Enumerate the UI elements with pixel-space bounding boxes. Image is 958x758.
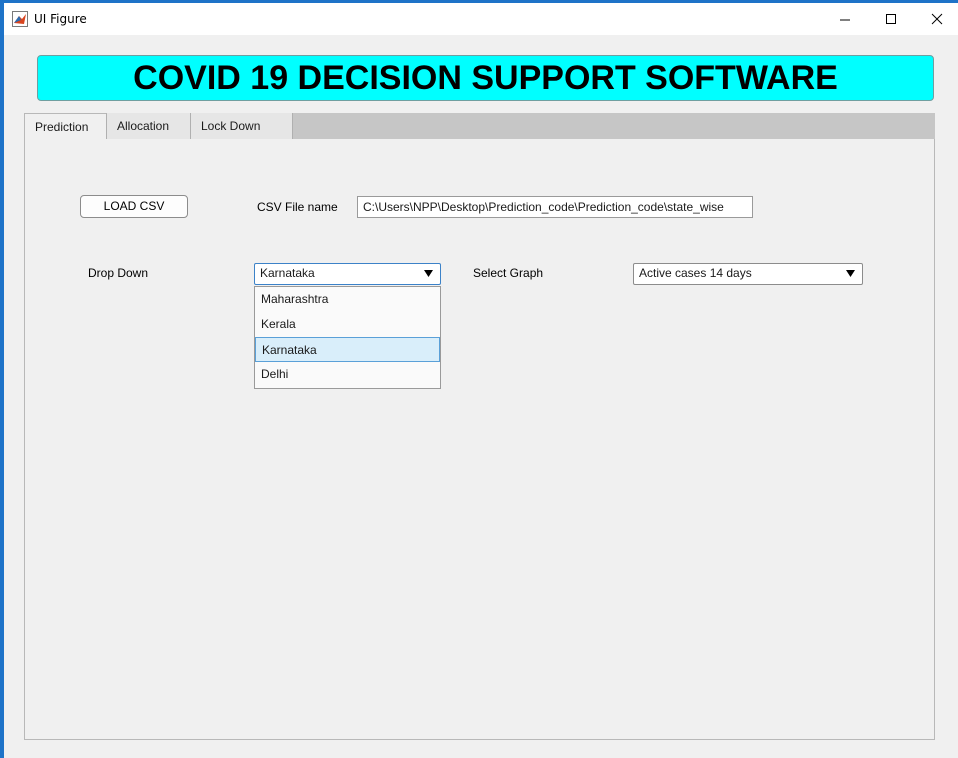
app-title: COVID 19 DECISION SUPPORT SOFTWARE	[133, 59, 838, 97]
csv-file-name-field[interactable]: C:\Users\NPP\Desktop\Prediction_code\Pre…	[357, 196, 753, 218]
tab-prediction[interactable]: Prediction	[24, 113, 107, 140]
dropdown-option-maharashtra[interactable]: Maharashtra	[255, 287, 440, 312]
tab-strip: Prediction Allocation Lock Down	[24, 113, 935, 140]
minimize-icon	[840, 19, 850, 21]
tab-prediction-label: Prediction	[35, 120, 89, 134]
state-dropdown[interactable]: Karnataka	[254, 263, 441, 285]
dropdown-arrow-icon	[424, 270, 433, 277]
close-button[interactable]	[914, 3, 958, 35]
close-icon	[931, 13, 943, 25]
app-header-banner: COVID 19 DECISION SUPPORT SOFTWARE	[37, 55, 934, 101]
dropdown-arrow-icon	[846, 270, 855, 277]
dropdown-option-kerala[interactable]: Kerala	[255, 312, 440, 337]
maximize-icon	[886, 14, 896, 24]
graph-dropdown[interactable]: Active cases 14 days	[633, 263, 863, 285]
window-title: UI Figure	[34, 12, 87, 26]
maximize-button[interactable]	[868, 3, 914, 35]
drop-down-label: Drop Down	[88, 266, 149, 280]
load-csv-button[interactable]: LOAD CSV	[80, 195, 188, 218]
minimize-button[interactable]	[822, 3, 868, 35]
prediction-panel	[24, 139, 935, 740]
dropdown-option-karnataka[interactable]: Karnataka	[255, 337, 440, 362]
title-bar: UI Figure	[4, 3, 958, 35]
select-graph-label: Select Graph	[473, 266, 544, 280]
tab-allocation-label: Allocation	[117, 119, 170, 133]
app-window: UI Figure COVID 19 DECISION SUPPORT SOFT…	[0, 0, 958, 758]
state-dropdown-value: Karnataka	[260, 266, 315, 280]
dropdown-option-delhi[interactable]: Delhi	[255, 362, 440, 387]
graph-dropdown-value: Active cases 14 days	[639, 266, 752, 280]
matlab-icon	[12, 11, 28, 27]
tab-allocation[interactable]: Allocation	[107, 113, 191, 139]
tab-lock-down[interactable]: Lock Down	[191, 113, 293, 139]
tab-lock-down-label: Lock Down	[201, 119, 261, 133]
state-dropdown-list: Maharashtra Kerala Karnataka Delhi	[254, 286, 441, 389]
csv-file-name-label: CSV File name	[257, 200, 338, 214]
